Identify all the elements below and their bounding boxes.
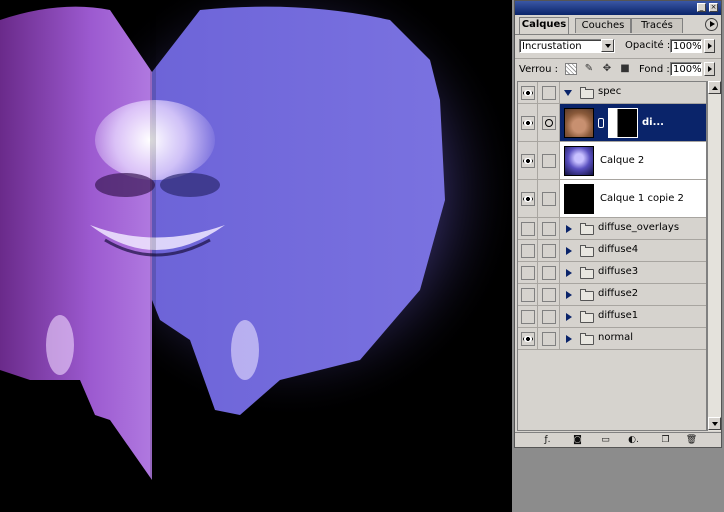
- disclosure-triangle-icon[interactable]: [566, 269, 572, 277]
- opacity-input[interactable]: 100%: [670, 39, 702, 53]
- disclosure-triangle-icon[interactable]: [566, 291, 572, 299]
- layer-name: normal: [598, 332, 634, 343]
- layer-name: spec: [598, 86, 622, 97]
- new-group-icon[interactable]: ▭: [599, 434, 612, 446]
- link-icon[interactable]: [542, 86, 556, 100]
- disclosure-triangle-icon[interactable]: [566, 335, 572, 343]
- folder-icon: [580, 223, 594, 235]
- link-icon[interactable]: [542, 222, 556, 236]
- layer-di-selected[interactable]: di...: [518, 104, 706, 142]
- layer-group-diffuse2[interactable]: diffuse2: [518, 284, 706, 306]
- link-icon[interactable]: [542, 310, 556, 324]
- layer-name: Calque 2: [600, 155, 645, 166]
- layer-thumbnail: [564, 184, 594, 214]
- layer-thumbnail: [564, 146, 594, 176]
- palette-titlebar[interactable]: _ ×: [515, 1, 721, 15]
- layer-calque-1-copie-2[interactable]: Calque 1 copie 2: [518, 180, 706, 218]
- opacity-slider-button[interactable]: [704, 39, 715, 53]
- layer-name: diffuse_overlays: [598, 222, 680, 233]
- link-icon[interactable]: [542, 266, 556, 280]
- visibility-eye-icon[interactable]: [521, 288, 535, 302]
- palette-menu-icon[interactable]: [705, 18, 718, 31]
- lock-paint-icon[interactable]: ✎: [583, 63, 595, 75]
- palette-bottom-toolbar: ƒ. ◙ ▭ ◐. ❐ 🗑: [515, 432, 721, 447]
- layers-palette: _ × Calques Couches Tracés Incrustation …: [514, 0, 722, 448]
- layer-name: diffuse4: [598, 244, 639, 255]
- layer-name: di...: [642, 117, 664, 128]
- tab-calques[interactable]: Calques: [519, 17, 569, 34]
- chevron-down-icon[interactable]: [601, 39, 614, 52]
- layer-name: diffuse3: [598, 266, 639, 277]
- disclosure-triangle-icon[interactable]: [566, 247, 572, 255]
- layers-list: spec di... Calque 2 Calque 1 copie 2 dif…: [517, 81, 707, 431]
- visibility-eye-icon[interactable]: [521, 116, 535, 130]
- visibility-eye-icon[interactable]: [521, 192, 535, 206]
- layer-name: Calque 1 copie 2: [600, 193, 684, 204]
- mask-link-icon[interactable]: [542, 116, 556, 130]
- new-layer-icon[interactable]: ❐: [659, 434, 672, 446]
- palette-tabs: Calques Couches Tracés: [515, 15, 721, 35]
- face-texture-image: [0, 0, 512, 512]
- layer-group-diffuse1[interactable]: diffuse1: [518, 306, 706, 328]
- layer-calque-2[interactable]: Calque 2: [518, 142, 706, 180]
- disclosure-triangle-icon[interactable]: [566, 313, 572, 321]
- link-icon[interactable]: [542, 332, 556, 346]
- scroll-up-icon[interactable]: [708, 81, 721, 94]
- visibility-eye-icon[interactable]: [521, 332, 535, 346]
- layer-group-spec[interactable]: spec: [518, 82, 706, 104]
- fill-input[interactable]: 100%: [670, 62, 702, 76]
- fill-label: Fond :: [639, 64, 670, 75]
- disclosure-triangle-icon[interactable]: [566, 225, 572, 233]
- visibility-eye-icon[interactable]: [521, 86, 535, 100]
- close-icon[interactable]: ×: [709, 3, 718, 12]
- visibility-eye-icon[interactable]: [521, 154, 535, 168]
- folder-icon: [580, 245, 594, 257]
- fill-slider-button[interactable]: [704, 62, 715, 76]
- folder-icon: [580, 333, 594, 345]
- document-canvas[interactable]: [0, 0, 512, 512]
- lock-transparency-icon[interactable]: [565, 63, 577, 75]
- visibility-eye-icon[interactable]: [521, 244, 535, 258]
- layer-name: diffuse2: [598, 288, 639, 299]
- trash-icon[interactable]: 🗑: [685, 434, 698, 446]
- minimize-icon[interactable]: _: [697, 3, 706, 12]
- lock-all-icon[interactable]: ■: [619, 63, 631, 75]
- tab-traces[interactable]: Tracés: [631, 18, 683, 33]
- layer-group-diffuse3[interactable]: diffuse3: [518, 262, 706, 284]
- folder-icon: [580, 87, 594, 99]
- layer-group-normal[interactable]: normal: [518, 328, 706, 350]
- visibility-eye-icon[interactable]: [521, 266, 535, 280]
- link-icon[interactable]: [542, 192, 556, 206]
- layer-name: diffuse1: [598, 310, 639, 321]
- link-icon[interactable]: [542, 244, 556, 258]
- link-icon[interactable]: [542, 154, 556, 168]
- folder-icon: [580, 289, 594, 301]
- tab-couches[interactable]: Couches: [575, 18, 631, 33]
- add-mask-icon[interactable]: ◙: [571, 434, 584, 446]
- disclosure-triangle-icon[interactable]: [564, 90, 572, 96]
- lock-label: Verrou :: [519, 64, 559, 75]
- adjustment-layer-icon[interactable]: ◐.: [627, 434, 640, 446]
- visibility-eye-icon[interactable]: [521, 222, 535, 236]
- mask-thumbnail[interactable]: [608, 108, 638, 138]
- folder-icon: [580, 267, 594, 279]
- chain-link-icon[interactable]: [598, 118, 604, 128]
- layers-scrollbar[interactable]: [707, 81, 721, 431]
- scroll-down-icon[interactable]: [708, 417, 721, 430]
- visibility-eye-icon[interactable]: [521, 310, 535, 324]
- layer-group-diffuse4[interactable]: diffuse4: [518, 240, 706, 262]
- link-icon[interactable]: [542, 288, 556, 302]
- folder-icon: [580, 311, 594, 323]
- layer-group-diffuse-overlays[interactable]: diffuse_overlays: [518, 218, 706, 240]
- lock-move-icon[interactable]: ✥: [601, 63, 613, 75]
- layer-thumbnail: [564, 108, 594, 138]
- layer-style-icon[interactable]: ƒ.: [541, 434, 554, 446]
- opacity-label: Opacité :: [625, 40, 671, 51]
